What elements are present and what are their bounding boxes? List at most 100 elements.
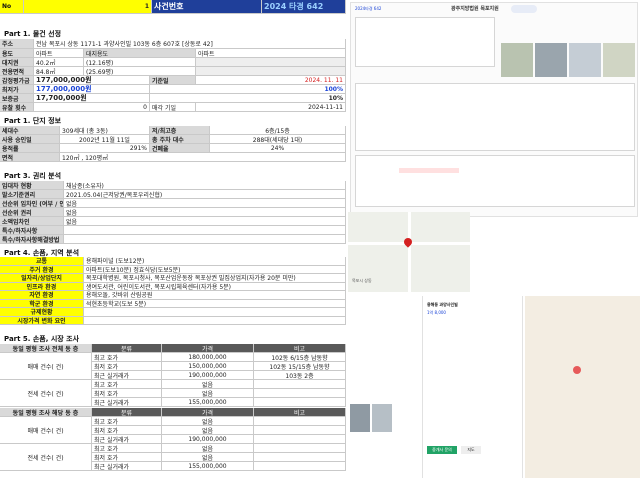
market-cell-note[interactable] xyxy=(254,426,346,435)
part3-row-value[interactable] xyxy=(64,226,346,235)
market-cell-price[interactable]: 155,000,000 xyxy=(162,398,254,407)
market-cell-price[interactable]: 155,000,000 xyxy=(162,462,254,471)
market-cell-price[interactable]: 없음 xyxy=(162,417,254,426)
part4-row-value[interactable]: 생여도서관, 어린이도서관, 목포시립체육센터(자가용 5분) xyxy=(84,282,346,291)
appraisal-value[interactable]: 177,000,000원 xyxy=(34,76,150,85)
part3-row-label: 임대차 현황 xyxy=(0,181,64,190)
market-cell-note[interactable] xyxy=(254,444,346,453)
listing-price: 1억 8,000 xyxy=(427,310,446,315)
market-corner: 동일 평형 조사 전체 동 층 xyxy=(0,344,92,353)
min-price-value[interactable]: 177,000,000원 xyxy=(34,85,150,94)
market-cell-kind: 최고 호가 xyxy=(92,417,162,426)
land-area-label: 대지권 xyxy=(0,58,34,67)
part4-row-value[interactable] xyxy=(84,316,346,325)
min-price-row: 최저가 177,000,000원 100% xyxy=(0,85,346,94)
part4-row: 교통 용해파이널 (도보12분) xyxy=(0,257,346,266)
market-cell-price[interactable]: 150,000,000 xyxy=(162,362,254,371)
market-row: 최근 실거래가 155,000,000 xyxy=(92,462,346,471)
part3-row-value[interactable]: 2021.05.04(근저당권/목포우리신협) xyxy=(64,190,346,199)
map-pin-icon-2[interactable] xyxy=(573,366,581,374)
col-kind-header: 분류 xyxy=(92,408,162,417)
market-cell-price[interactable]: 없음 xyxy=(162,444,254,453)
base-date-value[interactable]: 2024. 11. 11 xyxy=(196,76,346,85)
part4-row-value[interactable]: 석현초등학교(도보 5분) xyxy=(84,299,346,308)
households-value[interactable]: 309세대 (총 3동) xyxy=(60,126,150,135)
building-label[interactable]: 아파트 xyxy=(196,49,346,58)
part2-title: Part 1. 단지 정보 xyxy=(4,117,62,125)
part3-row-label: 선순위 권리 xyxy=(0,208,64,217)
market-row: 최근 실거래가 190,000,000 103동 2층 xyxy=(92,371,346,380)
market-cell-note[interactable] xyxy=(254,398,346,407)
use-value[interactable]: 아파트 xyxy=(34,49,84,58)
market-cell-note[interactable]: 103동 2층 xyxy=(254,371,346,380)
contact-button[interactable]: 중개사 문의 xyxy=(427,446,457,454)
sale-date-label: 매각 기일 xyxy=(150,103,196,112)
market-cell-price[interactable]: 없음 xyxy=(162,389,254,398)
map-area[interactable] xyxy=(525,296,640,478)
floor-value[interactable]: 6층/15층 xyxy=(210,126,346,135)
part4-row-value[interactable]: 용해파이널 (도보12분) xyxy=(84,257,346,266)
fail-label: 유찰 횟수 xyxy=(0,103,34,112)
doc-photo-1 xyxy=(501,43,533,77)
part3-row-value[interactable] xyxy=(64,235,346,244)
listing-title[interactable]: 용해동 과양사인빌 xyxy=(427,302,458,308)
fail-value[interactable]: 0 xyxy=(34,103,150,112)
part3-row-value[interactable]: 없음 xyxy=(64,208,346,217)
part4-row-label: 주거 환경 xyxy=(0,265,84,274)
part3-row-value[interactable]: 없음 xyxy=(64,199,346,208)
part3-row: 소액임차인 없음 xyxy=(0,217,346,226)
part4-row: 시장가격 변화 요인 xyxy=(0,316,346,325)
market-cell-note[interactable] xyxy=(254,380,346,389)
part4-row-label: 일자리/상업단지 xyxy=(0,274,84,283)
market-cell-note[interactable] xyxy=(254,435,346,444)
market-group-label: 매매 건수( 건) xyxy=(0,417,92,444)
market-cell-note[interactable] xyxy=(254,462,346,471)
parking-value[interactable]: 288대(세대당 1대) xyxy=(210,135,346,144)
market-cell-price[interactable]: 190,000,000 xyxy=(162,371,254,380)
part4-row-value[interactable]: 목포대학병원, 목포시청사, 목포산업운동장 목포상권 밀집상업지(자가용 20… xyxy=(84,274,346,283)
market-cell-price[interactable]: 없음 xyxy=(162,426,254,435)
map-pin-icon[interactable] xyxy=(402,236,414,248)
part4-row-value[interactable]: 용해오돌, 갓바위 산림공원 xyxy=(84,291,346,300)
market-cell-price[interactable]: 190,000,000 xyxy=(162,435,254,444)
exclusive-value[interactable]: 84.8㎡ xyxy=(34,67,84,76)
listing-map-panel: 용해동 과양사인빌 1억 8,000 중개사 문의 지도 xyxy=(422,296,640,478)
part4-row: 자연 환경 용해오돌, 갓바위 산림공원 xyxy=(0,291,346,300)
deposit-value[interactable]: 17,700,000원 xyxy=(34,94,150,103)
market-cell-price[interactable]: 없음 xyxy=(162,380,254,389)
market-cell-note[interactable] xyxy=(254,453,346,462)
part3-row: 특수/하자사항해결방법 xyxy=(0,235,346,244)
bcr-value[interactable]: 24% xyxy=(210,144,346,153)
location-map[interactable]: 목포시 상동 xyxy=(348,212,470,292)
households-label: 세대수 xyxy=(0,126,60,135)
part3-row-value[interactable]: 없음 xyxy=(64,217,346,226)
appraisal-label: 감정평가금 xyxy=(0,76,34,85)
market-cell-note[interactable]: 102동 6/15층 남동향 xyxy=(254,353,346,362)
approval-value[interactable]: 2002년 11월 11일 xyxy=(60,135,150,144)
col-price-header: 가격 xyxy=(162,344,254,353)
part3-row-label: 말소기준권리 xyxy=(0,190,64,199)
reference-panel: 광주지방법원 목포지원 2024타경 642 목포시 상동 용해동 과양사인빌 … xyxy=(348,0,640,478)
address-value[interactable]: 전남 목포시 상동 1171-1 과양사인빌 103동 6층 607호 [상동로… xyxy=(34,39,346,49)
deposit-rate: 10% xyxy=(150,94,346,103)
base-date-label: 기준일 xyxy=(150,76,196,85)
market-cell-note[interactable] xyxy=(254,389,346,398)
market-cell-note[interactable]: 102동 15/15층 남동향 xyxy=(254,362,346,371)
land-area-value[interactable]: 40.2㎡ xyxy=(34,58,84,67)
market-cell-kind: 최저 호가 xyxy=(92,389,162,398)
market-cell-price[interactable]: 없음 xyxy=(162,453,254,462)
part3-row-value[interactable]: 채납종(소유자) xyxy=(64,181,346,190)
land-area-pyeong: (12.16평) xyxy=(84,58,196,67)
market-cell-price[interactable]: 180,000,000 xyxy=(162,353,254,362)
market-row: 최고 호가 180,000,000 102동 6/15층 남동향 xyxy=(92,353,346,362)
part4-row-value[interactable]: 아파트(도보10분) 정효식당(도보5분) xyxy=(84,265,346,274)
no-value[interactable]: 1 xyxy=(24,0,152,14)
parking-label: 총 주차 대수 xyxy=(150,135,210,144)
case-number[interactable]: 2024 타경 642 xyxy=(262,0,346,14)
part4-row-value[interactable] xyxy=(84,308,346,317)
sale-date-value[interactable]: 2024-11-11 xyxy=(196,103,346,112)
map-button[interactable]: 지도 xyxy=(461,446,481,454)
market-cell-note[interactable] xyxy=(254,417,346,426)
far-value[interactable]: 291% xyxy=(60,144,150,153)
area-value[interactable]: 120㎡ , 120평㎡ xyxy=(60,153,346,162)
